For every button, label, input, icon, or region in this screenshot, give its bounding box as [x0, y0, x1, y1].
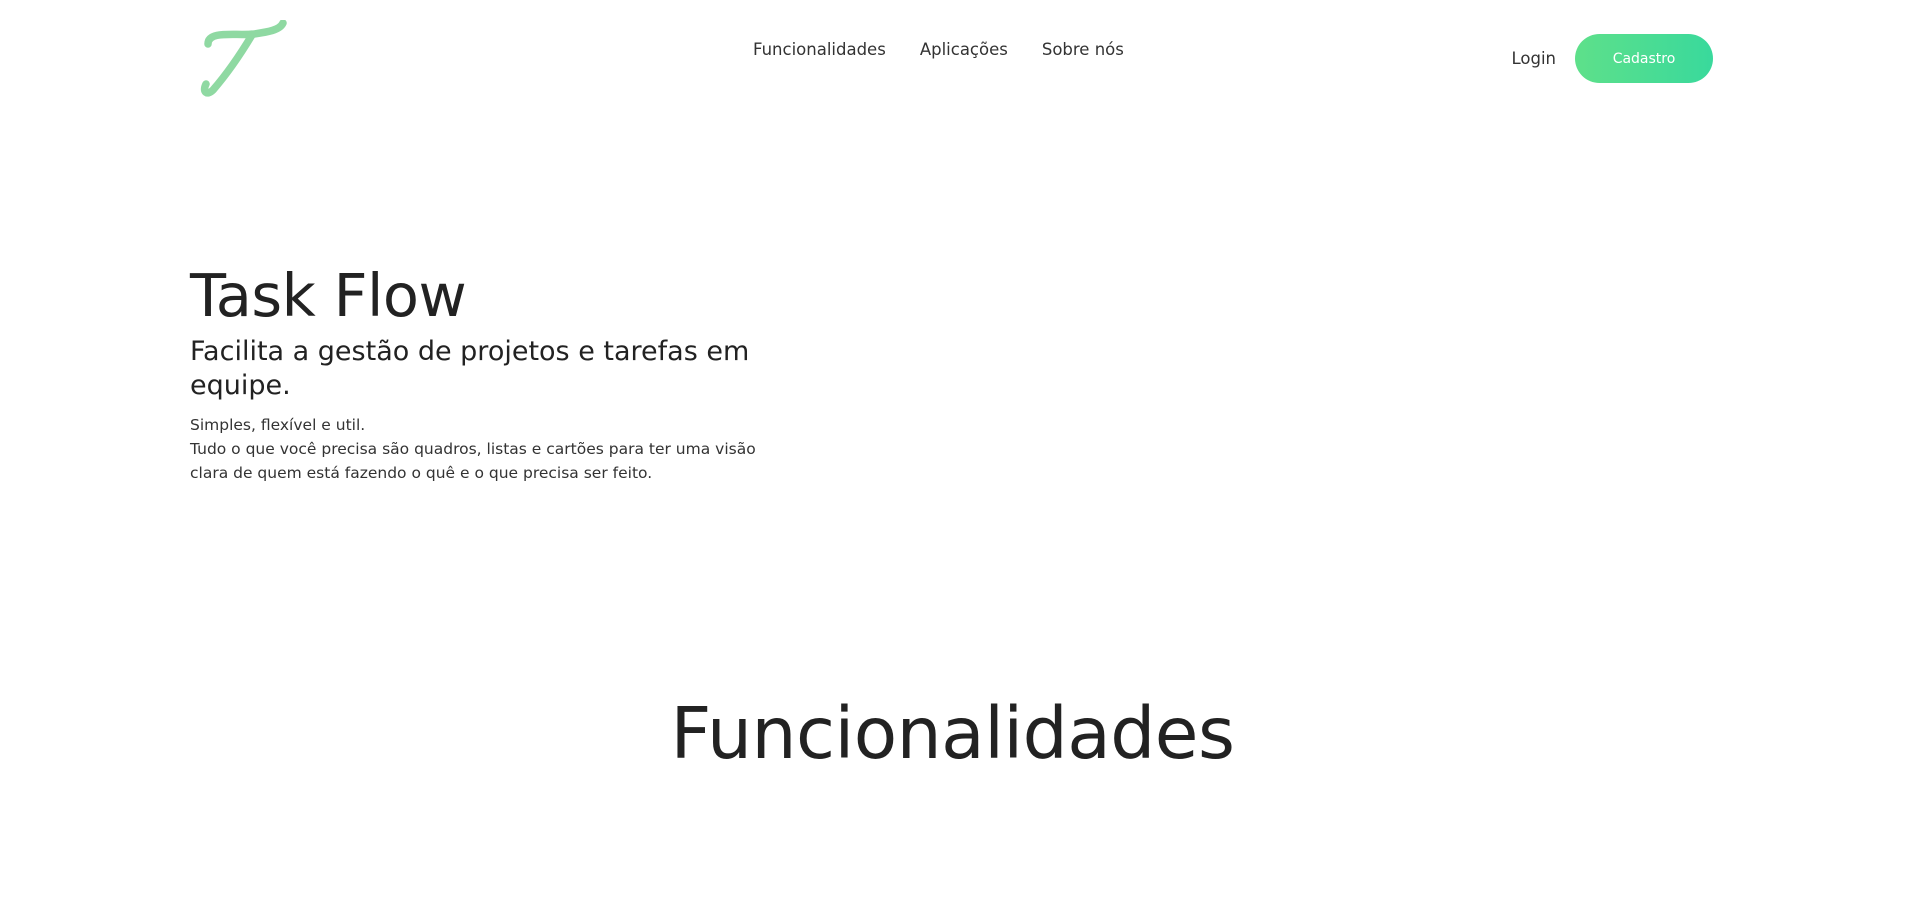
nav-item-funcionalidades[interactable]: Funcionalidades	[753, 40, 886, 59]
hero-description-block: Simples, flexível e util. Tudo o que voc…	[190, 413, 790, 485]
hero-title: Task Flow	[190, 261, 467, 330]
nav-item-aplicacoes[interactable]: Aplicações	[920, 40, 1008, 59]
login-link[interactable]: Login	[1511, 49, 1556, 68]
signup-button[interactable]: Cadastro	[1575, 34, 1713, 83]
main-nav: Funcionalidades Aplicações Sobre nós	[753, 40, 1124, 59]
features-section-title: Funcionalidades	[670, 692, 1235, 775]
nav-item-sobre-nos[interactable]: Sobre nós	[1042, 40, 1124, 59]
hero-description: Tudo o que você precisa são quadros, lis…	[190, 440, 756, 482]
site-header: Funcionalidades Aplicações Sobre nós Log…	[0, 0, 1905, 115]
task-flow-logo-icon[interactable]	[196, 20, 288, 100]
hero-tagline: Simples, flexível e util.	[190, 416, 366, 434]
auth-actions: Login Cadastro	[1511, 34, 1713, 83]
hero-section: Task Flow Facilita a gestão de projetos …	[190, 258, 810, 485]
hero-subtitle: Facilita a gestão de projetos e tarefas …	[190, 336, 750, 401]
